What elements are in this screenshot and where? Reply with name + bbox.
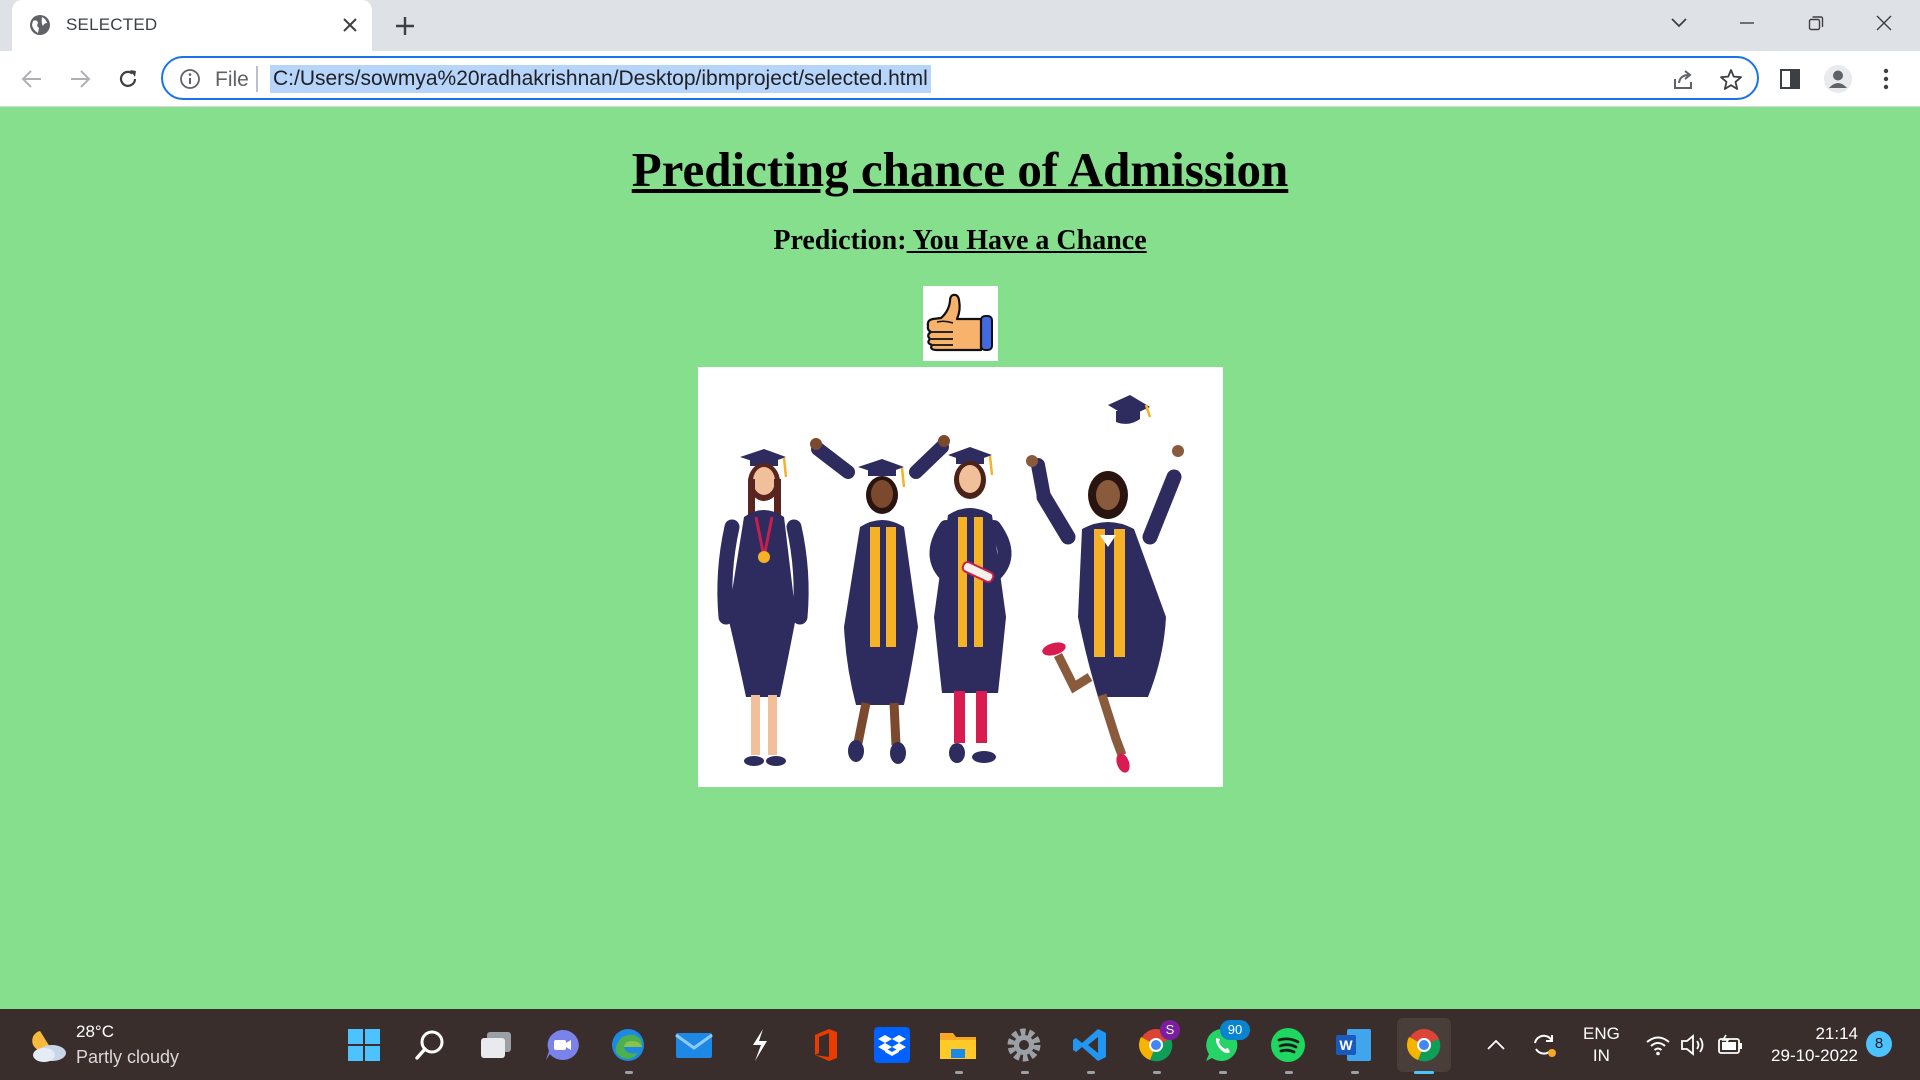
thumbs-up-image <box>923 286 998 361</box>
reload-icon[interactable] <box>112 63 144 95</box>
task-view-icon[interactable] <box>473 1022 519 1068</box>
address-separator <box>256 66 258 92</box>
prediction-label: Prediction: <box>773 225 907 256</box>
sketchbook-icon[interactable] <box>737 1022 783 1068</box>
close-tab-icon[interactable] <box>338 13 362 37</box>
chrome-icon[interactable] <box>1397 1018 1451 1072</box>
browser-tab[interactable]: SELECTED <box>12 0 372 51</box>
scheme-label: File <box>215 68 249 91</box>
page-content: Predicting chance of Admission Predictio… <box>0 107 1920 1009</box>
forward-arrow-icon[interactable] <box>64 63 96 95</box>
weather-temperature: 28°C <box>76 1022 114 1041</box>
language-code: ENG <box>1583 1024 1620 1043</box>
chrome-active-indicator <box>1414 1071 1434 1074</box>
side-panel-icon[interactable] <box>1774 63 1806 95</box>
address-bar[interactable]: File C:/Users/sowmya%20radhakrishnan/Des… <box>161 56 1759 100</box>
clock-date: 29-10-2022 <box>1771 1046 1858 1065</box>
whatsapp-running-indicator <box>1219 1071 1227 1074</box>
edge-running-indicator <box>625 1071 633 1074</box>
notification-badge[interactable]: 8 <box>1866 1031 1892 1057</box>
back-arrow-icon[interactable] <box>16 63 48 95</box>
teams-chat-icon[interactable] <box>539 1022 585 1068</box>
chevron-up-icon[interactable] <box>1480 1029 1512 1061</box>
tab-title: SELECTED <box>66 15 158 34</box>
vscode-running-indicator <box>1087 1071 1095 1074</box>
office-icon[interactable] <box>803 1022 849 1068</box>
sync-icon[interactable] <box>1528 1029 1560 1061</box>
site-info-icon[interactable] <box>179 68 201 90</box>
address-url[interactable]: C:/Users/sowmya%20radhakrishnan/Desktop/… <box>270 65 931 93</box>
prediction-line: Prediction: You Have a Chance <box>0 225 1920 257</box>
system-clock[interactable]: 21:14 29-10-2022 <box>1758 1023 1858 1067</box>
tab-search-icon[interactable] <box>1661 8 1697 38</box>
language-region: IN <box>1592 1046 1610 1065</box>
dropbox-icon[interactable] <box>869 1022 915 1068</box>
svg-text:W: W <box>1339 1037 1353 1053</box>
chrome-menu-icon[interactable] <box>1870 63 1902 95</box>
chrome-profile-badge: S <box>1160 1020 1180 1040</box>
spotify-icon[interactable] <box>1265 1022 1311 1068</box>
word-running-indicator <box>1351 1071 1359 1074</box>
start-icon[interactable] <box>341 1022 387 1068</box>
whatsapp-badge: 90 <box>1220 1020 1250 1040</box>
edge-icon[interactable] <box>605 1022 651 1068</box>
new-tab-button[interactable] <box>391 12 419 40</box>
settings-icon[interactable] <box>1001 1022 1047 1068</box>
browser-toolbar: File C:/Users/sowmya%20radhakrishnan/Des… <box>0 51 1920 107</box>
search-icon[interactable] <box>407 1022 453 1068</box>
prediction-result: You Have a Chance <box>906 225 1147 256</box>
restore-icon[interactable] <box>1798 8 1834 38</box>
wifi-icon[interactable] <box>1642 1029 1674 1061</box>
settings-running-indicator <box>1021 1071 1029 1074</box>
clock-time: 21:14 <box>1815 1024 1858 1043</box>
partly-cloudy-icon[interactable] <box>26 1025 70 1065</box>
vscode-icon[interactable] <box>1067 1022 1113 1068</box>
bookmark-star-icon[interactable] <box>1718 67 1744 93</box>
tab-strip: SELECTED <box>0 0 1920 51</box>
language-indicator[interactable]: ENG IN <box>1583 1023 1620 1067</box>
share-icon[interactable] <box>1670 67 1696 93</box>
weather-condition: Partly cloudy <box>76 1047 180 1067</box>
minimize-icon[interactable] <box>1729 8 1765 38</box>
mail-icon[interactable] <box>671 1022 717 1068</box>
battery-icon[interactable] <box>1714 1029 1746 1061</box>
chrome-profile-running-indicator <box>1153 1071 1161 1074</box>
file-explorer-icon[interactable] <box>935 1022 981 1068</box>
spotify-running-indicator <box>1285 1071 1293 1074</box>
word-icon[interactable]: W <box>1331 1022 1377 1068</box>
volume-icon[interactable] <box>1678 1029 1710 1061</box>
globe-icon <box>29 14 51 36</box>
explorer-running-indicator <box>955 1071 963 1074</box>
graduates-illustration <box>698 367 1223 787</box>
close-window-icon[interactable] <box>1866 8 1902 38</box>
page-title: Predicting chance of Admission <box>631 142 1289 197</box>
windows-taskbar: 28°C Partly cloudy S 90 W ENG IN 21:14 2… <box>0 1009 1920 1080</box>
profile-avatar-icon[interactable] <box>1822 63 1854 95</box>
